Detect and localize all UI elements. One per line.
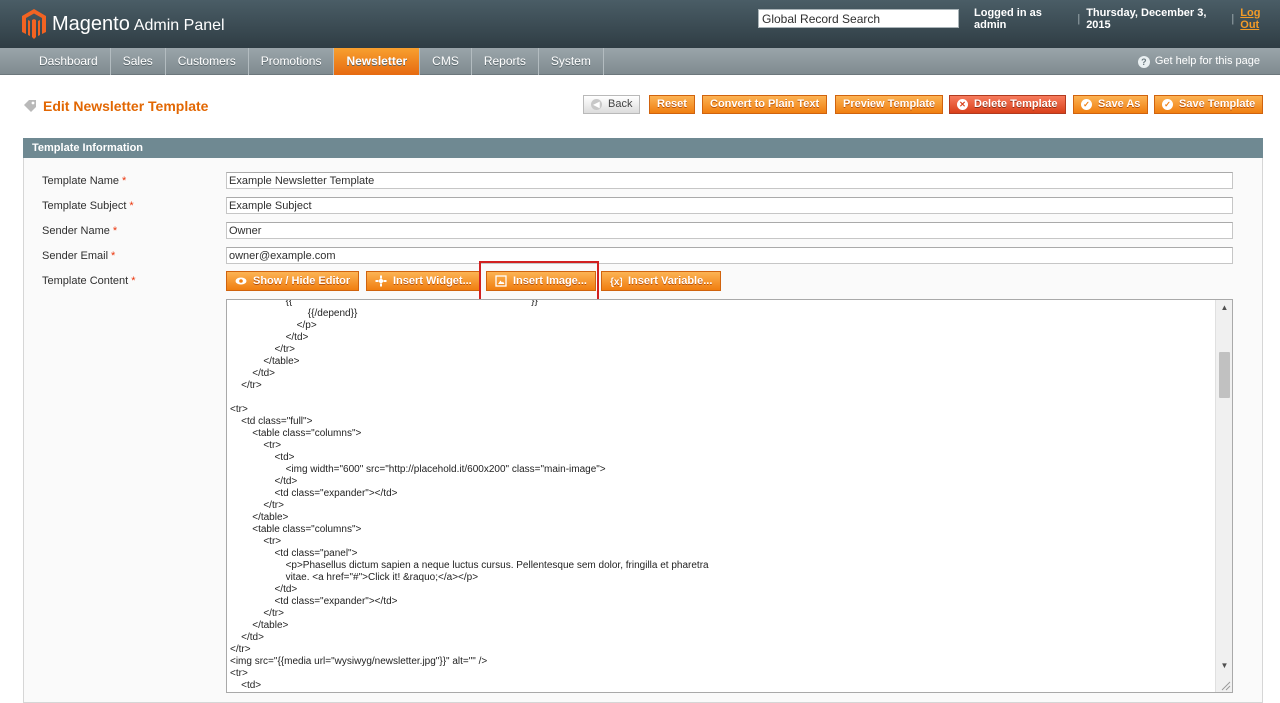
checkmark-icon: ✓ bbox=[1162, 99, 1173, 110]
scrollbar-thumb[interactable] bbox=[1219, 352, 1230, 398]
logo-brand: Magento bbox=[52, 12, 130, 35]
template-content-code[interactable]: {{ }} {{/depend}} </p> </td> </tr> </tab… bbox=[230, 300, 1215, 692]
help-icon: ? bbox=[1137, 55, 1150, 68]
variable-icon: {x} bbox=[610, 277, 622, 287]
back-arrow-icon: ◀ bbox=[591, 99, 602, 110]
delete-icon: ✕ bbox=[957, 99, 968, 110]
required-mark: * bbox=[111, 250, 116, 262]
insert-widget-button[interactable]: Insert Widget... bbox=[366, 271, 481, 291]
template-name-input[interactable] bbox=[226, 172, 1233, 189]
delete-template-button[interactable]: ✕ Delete Template bbox=[949, 95, 1066, 114]
insert-variable-button[interactable]: {x} Insert Variable... bbox=[601, 271, 722, 291]
tag-icon bbox=[24, 100, 36, 112]
save-template-button[interactable]: ✓ Save Template bbox=[1154, 95, 1264, 114]
back-button[interactable]: ◀ Back bbox=[583, 95, 641, 114]
eye-icon bbox=[235, 277, 247, 285]
save-as-button[interactable]: ✓ Save As bbox=[1073, 95, 1149, 114]
admin-header: MagentoAdmin Panel Logged in as admin | … bbox=[0, 0, 1280, 48]
nav-item-cms[interactable]: CMS bbox=[420, 48, 472, 75]
resize-handle-icon[interactable] bbox=[1219, 679, 1231, 691]
separator: | bbox=[1231, 13, 1235, 25]
insert-image-highlight bbox=[479, 261, 599, 302]
svg-text:{x}: {x} bbox=[610, 277, 622, 287]
reset-button[interactable]: Reset bbox=[649, 95, 695, 114]
logged-in-text: Logged in as admin bbox=[974, 7, 1042, 31]
logo-sub: Admin Panel bbox=[133, 16, 225, 34]
checkmark-icon: ✓ bbox=[1081, 99, 1092, 110]
nav-item-promotions[interactable]: Promotions bbox=[249, 48, 335, 75]
sender-email-input[interactable] bbox=[226, 247, 1233, 264]
sender-name-label: Sender Name * bbox=[42, 225, 118, 237]
template-subject-label: Template Subject * bbox=[42, 200, 134, 212]
header-user-info: Logged in as admin | Thursday, December … bbox=[974, 7, 1280, 31]
nav-item-system[interactable]: System bbox=[539, 48, 604, 75]
nav-item-sales[interactable]: Sales bbox=[111, 48, 166, 75]
nav-item-newsletter[interactable]: Newsletter bbox=[334, 48, 421, 75]
nav-item-reports[interactable]: Reports bbox=[472, 48, 539, 75]
magento-logo[interactable]: Magento Admin Panel bbox=[22, 9, 225, 39]
required-mark: * bbox=[112, 225, 118, 237]
scroll-down-icon[interactable]: ▼ bbox=[1216, 658, 1232, 674]
magento-logo-icon bbox=[22, 9, 46, 39]
template-subject-input[interactable] bbox=[226, 197, 1233, 214]
preview-template-button[interactable]: Preview Template bbox=[835, 95, 944, 114]
required-mark: * bbox=[122, 175, 127, 187]
scroll-up-icon[interactable]: ▲ bbox=[1216, 300, 1232, 316]
separator: | bbox=[1077, 13, 1081, 25]
show-hide-editor-button[interactable]: Show / Hide Editor bbox=[226, 271, 360, 291]
template-content-editor[interactable]: {{ }} {{/depend}} </p> </td> </tr> </tab… bbox=[226, 299, 1233, 693]
global-search-input[interactable] bbox=[758, 9, 959, 28]
template-content-label: Template Content * bbox=[42, 275, 136, 287]
page-title-text: Edit Newsletter Template bbox=[43, 98, 209, 114]
widget-icon bbox=[375, 275, 387, 287]
logout-link[interactable]: Log Out bbox=[1240, 7, 1280, 31]
help-link[interactable]: ? Get help for this page bbox=[1137, 48, 1260, 75]
sender-email-label: Sender Email * bbox=[42, 250, 116, 262]
nav-item-dashboard[interactable]: Dashboard bbox=[27, 48, 111, 75]
section-header: Template Information bbox=[23, 138, 1263, 158]
template-name-label: Template Name * bbox=[42, 175, 127, 187]
page-title: Edit Newsletter Template bbox=[23, 97, 208, 115]
help-text: Get help for this page bbox=[1154, 55, 1260, 67]
convert-plain-text-button[interactable]: Convert to Plain Text bbox=[702, 95, 828, 114]
current-date: Thursday, December 3, 2015 bbox=[1086, 7, 1207, 31]
nav-item-customers[interactable]: Customers bbox=[166, 48, 249, 75]
required-mark: * bbox=[131, 275, 136, 287]
main-nav: Dashboard Sales Customers Promotions New… bbox=[0, 48, 1280, 75]
sender-name-input[interactable] bbox=[226, 222, 1233, 239]
editor-scrollbar[interactable]: ▲ ▼ bbox=[1215, 300, 1232, 692]
required-mark: * bbox=[129, 200, 134, 212]
